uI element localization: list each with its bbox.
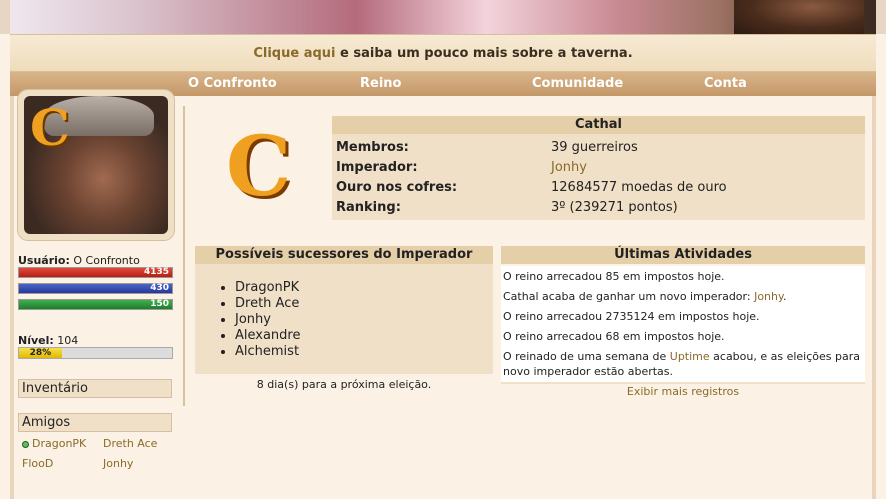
inventario-header[interactable]: Inventário: [18, 379, 172, 398]
taverna-link[interactable]: Clique aqui: [253, 46, 335, 61]
emperor-link[interactable]: Jonhy: [551, 160, 587, 175]
taverna-text: e saiba um pouco mais sobre a taverna.: [335, 46, 633, 61]
kingdom-info-panel: Cathal Membros: 39 guerreiros Imperador: J…: [332, 116, 865, 220]
avatar-emblem-letter: C: [30, 98, 70, 157]
avatar[interactable]: C: [18, 90, 174, 240]
xp-bar: 28%: [18, 347, 173, 359]
info-key: Membros:: [336, 140, 409, 155]
nivel-line: Nível: 104: [18, 334, 78, 347]
info-key: Ouro nos cofres:: [336, 180, 458, 195]
friend-item[interactable]: Jonhy: [103, 457, 133, 470]
info-row-membros: Membros: 39 guerreiros: [336, 140, 638, 155]
successors-list: DragonPK Dreth Ace Jonhy Alexandre Alche…: [235, 280, 493, 360]
friend-item[interactable]: DragonPK: [22, 437, 86, 450]
health-bar: 4135: [18, 267, 173, 278]
activity-text: O reinado de uma semana de: [503, 350, 670, 363]
emperor-link[interactable]: Jonhy: [754, 290, 783, 303]
stamina-bar: 150: [18, 299, 173, 310]
info-value: 12684577 moedas de ouro: [551, 180, 727, 195]
info-row-ouro: Ouro nos cofres: 12684577 moedas de ouro: [336, 180, 727, 195]
list-item: Alexandre: [235, 328, 493, 344]
info-key: Ranking:: [336, 200, 401, 215]
top-banner: [0, 0, 886, 34]
nivel-value: 104: [57, 334, 79, 347]
election-countdown: 8 dia(s) para a próxima eleição.: [256, 378, 432, 391]
usuario-line: Usuário: O Confronto: [18, 254, 140, 267]
activity-text: Cathal acaba de ganhar um novo imperador…: [503, 290, 755, 303]
kingdom-name: Cathal: [332, 116, 865, 134]
list-item: DragonPK: [235, 280, 493, 296]
list-item: Alchemist: [235, 344, 493, 360]
banner-portrait: [734, 0, 864, 34]
show-more-link[interactable]: Exibir mais registros: [501, 385, 865, 398]
avatar-image: C: [24, 96, 168, 234]
activities-title: Últimas Atividades: [501, 246, 865, 264]
nav-item-o-confronto[interactable]: O Confronto: [188, 76, 277, 91]
taverna-notice: Clique aqui e saiba um pouco mais sobre …: [10, 34, 876, 72]
amigos-header: Amigos: [18, 413, 172, 432]
activity-text: .: [782, 290, 787, 303]
nav-item-comunidade[interactable]: Comunidade: [532, 76, 623, 91]
nav-item-reino[interactable]: Reino: [360, 76, 401, 91]
xp-bar-fill: 28%: [19, 348, 62, 358]
friend-item[interactable]: Dreth Ace: [103, 437, 157, 450]
info-row-imperador: Imperador: Jonhy: [336, 160, 587, 175]
info-row-ranking: Ranking: 3º (239271 pontos): [336, 200, 678, 215]
usuario-label: Usuário:: [18, 254, 70, 267]
mana-bar: 430: [18, 283, 173, 294]
info-key: Imperador:: [336, 160, 418, 175]
list-item: Dreth Ace: [235, 296, 493, 312]
sidebar-divider: [183, 106, 185, 406]
activity-row: O reinado de uma semana de Uptime acabou…: [501, 346, 865, 384]
user-link[interactable]: Uptime: [670, 350, 710, 363]
info-value: 39 guerreiros: [551, 140, 638, 155]
nivel-label: Nível:: [18, 334, 54, 347]
list-item: Jonhy: [235, 312, 493, 328]
successors-list-panel: DragonPK Dreth Ace Jonhy Alexandre Alche…: [195, 264, 493, 374]
online-status-icon: [22, 440, 29, 448]
friend-name: DragonPK: [32, 437, 87, 450]
info-value: 3º (239271 pontos): [551, 200, 678, 215]
usuario-value: O Confronto: [73, 254, 140, 267]
successors-title: Possíveis sucessores do Imperador: [195, 246, 493, 264]
friend-item[interactable]: FlooD: [22, 457, 53, 470]
nav-item-conta[interactable]: Conta: [704, 76, 747, 91]
kingdom-emblem: C: [226, 119, 292, 215]
